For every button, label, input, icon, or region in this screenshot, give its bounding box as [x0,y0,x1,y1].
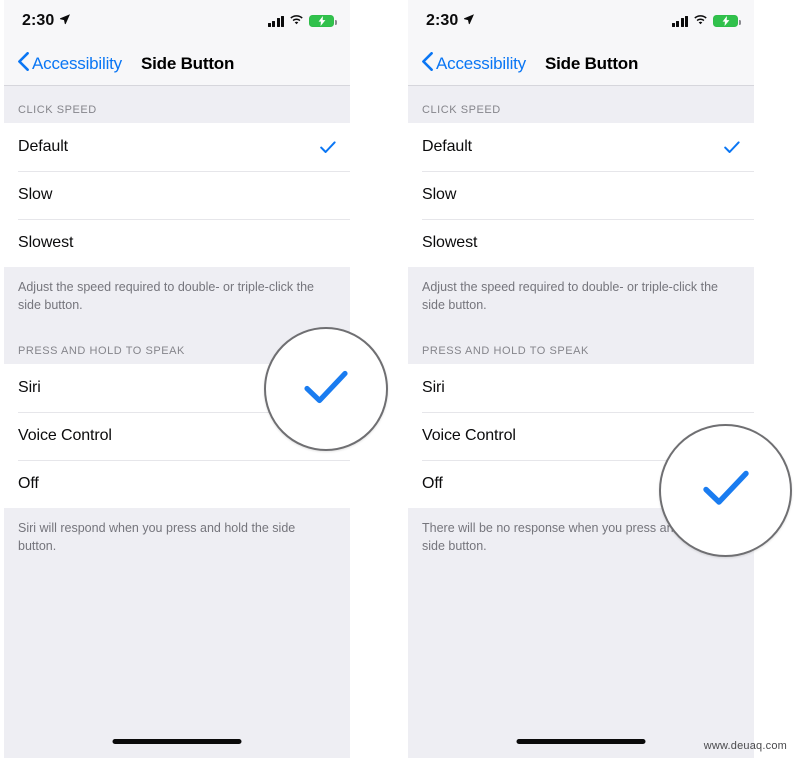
battery-charging-icon [309,15,337,27]
row-label: Voice Control [422,427,516,445]
magnifier-callout-left [264,327,388,451]
status-bar: 2:30 [4,0,350,42]
screenshot-stage: 2:30 Accessibility Side Button CLICK SPE… [0,0,795,758]
footnote-press-and-hold: Siri will respond when you press and hol… [4,508,350,569]
row-label: Default [18,138,68,155]
row-default[interactable]: Default [408,123,754,171]
row-slowest[interactable]: Slowest [408,219,754,267]
location-arrow-icon [463,12,475,30]
status-bar: 2:30 [408,0,754,42]
row-label: Slowest [422,234,478,251]
status-time: 2:30 [426,12,459,29]
click-speed-rows: Default Slow Slowest [408,123,754,267]
row-label: Off [422,475,443,493]
back-button-accessibility[interactable]: Accessibility [18,51,122,76]
status-time: 2:30 [22,12,55,29]
status-bar-right [267,12,337,30]
page-spacer [408,568,754,758]
section-header-click-speed: CLICK SPEED [408,86,754,123]
nav-bar: Accessibility Side Button [408,42,754,86]
footnote-click-speed: Adjust the speed required to double- or … [4,267,350,328]
checkmark-icon [320,140,336,154]
page-title: Side Button [140,53,235,73]
footnote-click-speed: Adjust the speed required to double- or … [408,267,754,328]
checkmark-icon [304,370,348,409]
battery-charging-icon [713,15,741,27]
magnifier-callout-right [659,424,792,557]
settings-body: CLICK SPEED Default Slow Slowest Adjust … [408,86,754,758]
row-slow[interactable]: Slow [4,171,350,219]
row-label: Siri [18,379,41,397]
section-header-press-and-hold: PRESS AND HOLD TO SPEAK [408,327,754,365]
row-default[interactable]: Default [4,123,350,171]
row-label: Slowest [18,234,74,251]
phone-screenshot-right: 2:30 Accessibility Side Button CLICK SPE… [408,0,754,758]
page-title: Side Button [544,53,639,73]
page-spacer [4,568,350,758]
row-label: Siri [422,379,445,397]
home-indicator [112,739,242,744]
chevron-left-icon [18,51,29,76]
row-label: Off [18,475,39,493]
row-label: Slow [422,186,457,203]
watermark: www.deuaq.com [703,740,787,752]
cellular-signal-icon [267,15,284,27]
location-arrow-icon [59,12,71,30]
checkmark-icon [702,470,749,511]
status-bar-left: 2:30 [426,12,475,30]
home-indicator [516,739,646,744]
row-label: Slow [18,186,53,203]
row-label: Default [422,138,472,155]
row-off[interactable]: Off [4,460,350,509]
back-button-accessibility[interactable]: Accessibility [422,51,526,76]
checkmark-icon [724,140,740,154]
back-button-label: Accessibility [436,53,526,73]
status-bar-right [671,12,741,30]
wifi-icon [289,12,304,30]
chevron-left-icon [422,51,433,76]
row-siri[interactable]: Siri [408,364,754,413]
nav-bar: Accessibility Side Button [4,42,350,86]
back-button-label: Accessibility [32,53,122,73]
click-speed-rows: Default Slow Slowest [4,123,350,267]
section-header-click-speed: CLICK SPEED [4,86,350,123]
wifi-icon [693,12,708,30]
row-slowest[interactable]: Slowest [4,219,350,267]
row-label: Voice Control [18,427,112,445]
row-slow[interactable]: Slow [408,171,754,219]
status-bar-left: 2:30 [22,12,71,30]
cellular-signal-icon [671,15,688,27]
